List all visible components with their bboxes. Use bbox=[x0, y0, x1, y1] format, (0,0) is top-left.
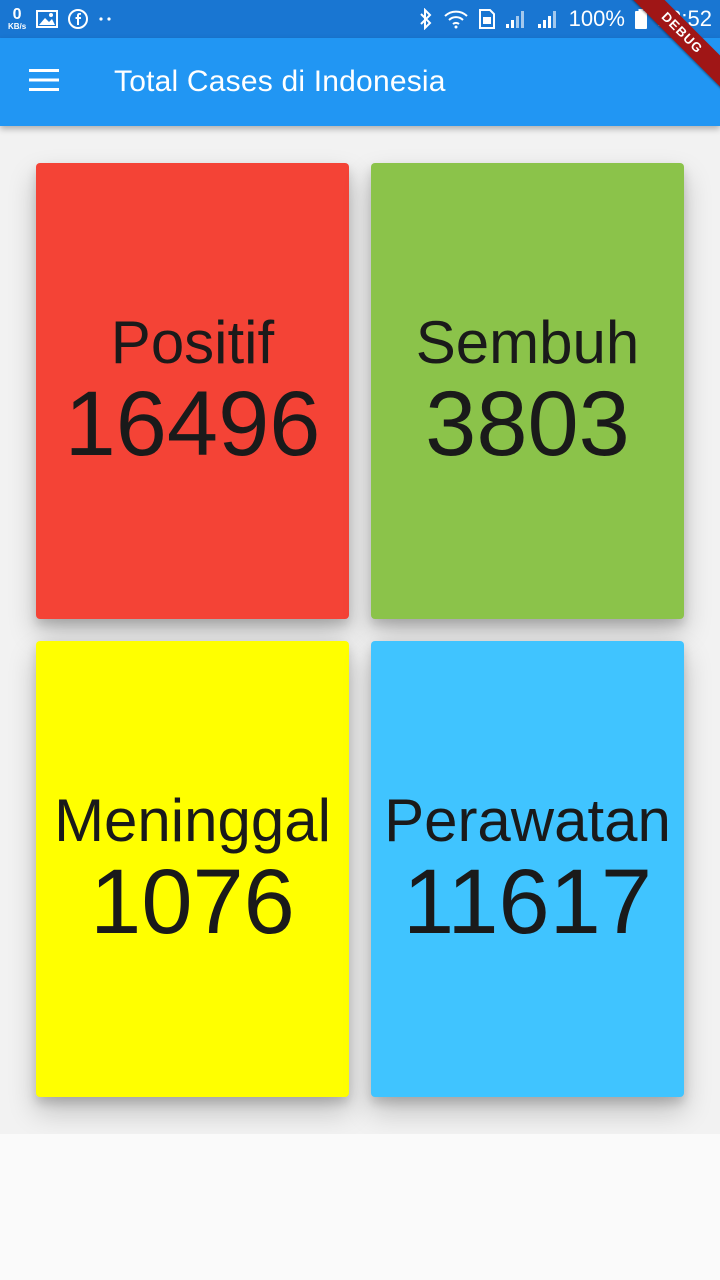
card-value: 3803 bbox=[425, 372, 630, 475]
card-label: Meninggal bbox=[54, 786, 331, 854]
bluetooth-icon bbox=[419, 8, 433, 30]
net-speed-value: 0 bbox=[12, 6, 22, 23]
card-label: Perawatan bbox=[384, 786, 671, 854]
bottom-blank-area bbox=[0, 1134, 720, 1280]
facebook-icon bbox=[68, 9, 89, 29]
positif-card[interactable]: Positif 16496 bbox=[36, 163, 349, 619]
meninggal-card[interactable]: Meninggal 1076 bbox=[36, 641, 349, 1097]
signal-icon bbox=[505, 9, 527, 29]
hamburger-menu-icon bbox=[29, 68, 59, 96]
net-speed-unit: KB/s bbox=[8, 22, 27, 31]
net-speed-indicator: 0 KB/s bbox=[8, 7, 26, 31]
card-value: 11617 bbox=[402, 850, 652, 953]
card-value: 16496 bbox=[64, 372, 321, 475]
perawatan-card[interactable]: Perawatan 11617 bbox=[371, 641, 684, 1097]
gallery-icon bbox=[36, 10, 59, 28]
stats-grid: Positif 16496 Sembuh 3803 Meninggal 1076… bbox=[0, 126, 720, 1134]
signal-icon bbox=[537, 9, 559, 29]
app-bar: Total Cases di Indonesia bbox=[0, 38, 720, 126]
status-bar: 0 KB/s 100% 18:52 bbox=[0, 0, 720, 38]
wifi-icon bbox=[443, 9, 469, 29]
sim-icon bbox=[478, 9, 495, 29]
page-title: Total Cases di Indonesia bbox=[114, 65, 446, 98]
card-value: 1076 bbox=[90, 850, 295, 953]
menu-button[interactable] bbox=[0, 38, 88, 126]
card-label: Sembuh bbox=[415, 308, 640, 376]
more-dots-icon bbox=[98, 16, 114, 22]
battery-percent: 100% bbox=[568, 6, 625, 31]
card-label: Positif bbox=[110, 308, 275, 376]
sembuh-card[interactable]: Sembuh 3803 bbox=[371, 163, 684, 619]
